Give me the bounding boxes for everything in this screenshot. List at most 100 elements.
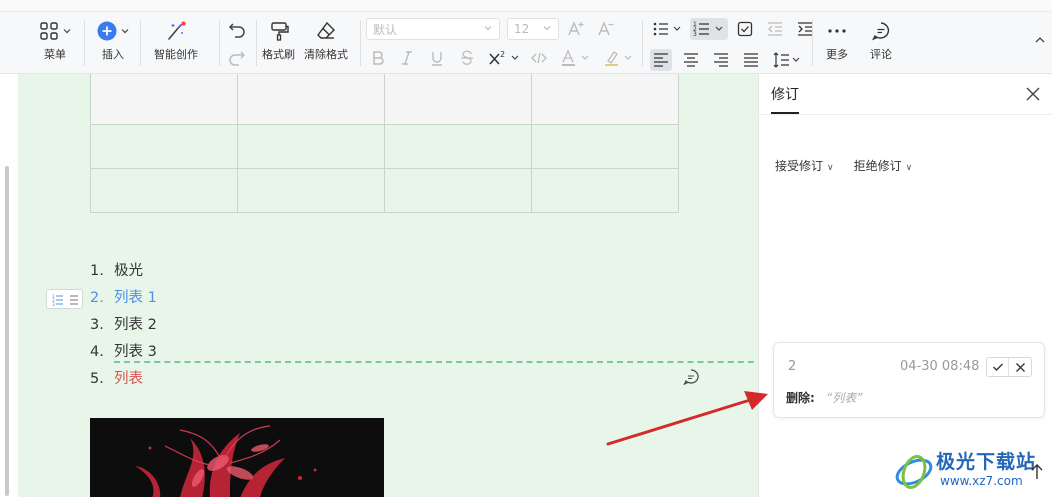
close-icon[interactable] [1025,86,1041,102]
tab-revisions[interactable]: 修订 [771,84,799,104]
strikethrough-button[interactable] [458,49,476,67]
font-family-select[interactable]: 默认 [366,18,500,40]
check-icon [992,363,1003,371]
list-text: 极光 [114,263,143,279]
menu-label: 菜单 [44,48,66,61]
undo-button[interactable] [226,18,248,40]
bold-icon [373,51,384,65]
align-center-button[interactable] [682,51,700,69]
bold-button[interactable] [369,49,387,67]
clear-format-label: 清除格式 [304,48,348,61]
align-left-button[interactable] [650,49,672,71]
increase-font-button[interactable] [567,20,585,38]
chevron-down-icon [543,26,551,31]
toolbar-divider [256,20,257,66]
align-right-icon [714,53,728,67]
italic-button[interactable] [398,49,416,67]
revision-card[interactable]: 2 04-30 08:48 删除: “列表” [773,342,1045,418]
vertical-scrollbar[interactable] [5,166,9,496]
watermark-url: www.xz7.com [940,474,1023,488]
checklist-button[interactable] [736,20,754,38]
table-cell[interactable] [384,123,532,169]
scroll-to-top-icon[interactable] [1030,462,1044,480]
decrease-font-button[interactable] [597,20,615,38]
outdent-button[interactable] [766,20,784,38]
table-cell[interactable] [384,74,532,125]
format-painter-button[interactable]: 格式刷 [262,20,295,62]
underline-button[interactable] [428,49,446,67]
accept-revisions-dropdown[interactable]: 接受修订 ∨ [775,157,834,174]
underline-icon [432,52,442,66]
red-flower-image [90,418,384,497]
table-cell[interactable] [90,74,238,125]
reject-label: 拒绝修订 [853,159,902,173]
ai-writing-button[interactable]: 智能创作 [154,20,198,62]
line-spacing-icon [773,52,800,68]
menu-button[interactable]: 菜单 [38,20,72,62]
list-number: 2. [90,290,104,306]
chevron-down-icon [121,29,129,34]
left-gutter [0,74,18,497]
table-cell[interactable] [237,167,385,213]
align-justify-icon [744,53,758,67]
list-item[interactable]: 1. 极光 [90,258,157,285]
table-cell[interactable] [531,167,679,213]
list-number: 1. [90,263,104,279]
list-item-inserted[interactable]: 2. 列表 1 [90,285,157,312]
revision-panel: 修订 接受修订 ∨ 拒绝修订 ∨ 2 04-30 08:48 删除: “列表” [758,74,1052,497]
outdent-icon [768,22,782,36]
reject-revision-button[interactable] [1009,358,1031,376]
revision-connector-line [114,361,758,363]
highlight-button[interactable] [603,49,637,67]
svg-text:3: 3 [693,31,697,38]
table-cell[interactable] [384,167,532,213]
chevron-up-icon[interactable] [1034,34,1046,46]
table-cell[interactable] [531,74,679,125]
app-window: 菜单 插入 智能创作 格式刷 清除格式 默认 12 2 1 2 3 更多 评论 … [0,0,1052,497]
title-strip [0,0,1052,12]
redo-button[interactable] [226,46,248,68]
document-image[interactable] [90,418,384,497]
document-table[interactable] [90,74,679,213]
list-text: 列表 [114,371,143,387]
comment-icon [872,22,890,41]
reject-revisions-dropdown[interactable]: 拒绝修订 ∨ [854,157,913,174]
bullet-list-button[interactable] [652,20,684,38]
font-size-select[interactable]: 12 [507,18,559,40]
list-item[interactable]: 3. 列表 2 [90,312,157,339]
list-item-deleted[interactable]: 5. 列表 [90,366,157,393]
watermark-logo-icon [895,455,933,489]
comment-label: 评论 [870,48,892,61]
svg-text:2: 2 [500,50,505,59]
clear-format-button[interactable]: 清除格式 [304,20,348,62]
more-button[interactable]: 更多 [826,20,848,62]
line-spacing-button[interactable] [772,51,804,69]
superscript-button[interactable]: 2 [488,49,522,67]
magic-wand-icon [168,21,186,40]
font-color-icon [562,49,589,66]
table-cell[interactable] [237,123,385,169]
toolbar-divider [84,20,85,66]
more-label: 更多 [826,48,848,61]
code-button[interactable] [530,49,548,67]
comment-button[interactable]: 评论 [870,20,892,62]
accept-label: 接受修订 [775,159,824,173]
chevron-down-icon: ∨ [827,163,834,173]
insert-button[interactable]: 插入 [96,20,130,62]
table-cell[interactable] [237,74,385,125]
font-color-button[interactable] [560,49,594,67]
table-cell[interactable] [90,167,238,213]
superscript-icon: 2 [489,50,519,65]
eraser-icon [317,21,335,39]
justify-button[interactable] [742,51,760,69]
align-right-button[interactable] [712,51,730,69]
site-watermark: 极光下载站 www.xz7.com [890,444,1052,497]
table-row [90,123,679,169]
svg-text:3: 3 [52,302,55,308]
list-handle[interactable]: 123 [46,289,83,309]
numbered-list-button[interactable]: 123 [690,18,728,40]
table-cell[interactable] [531,123,679,169]
table-cell[interactable] [90,123,238,169]
list-number: 3. [90,317,104,333]
accept-revision-button[interactable] [987,358,1010,376]
